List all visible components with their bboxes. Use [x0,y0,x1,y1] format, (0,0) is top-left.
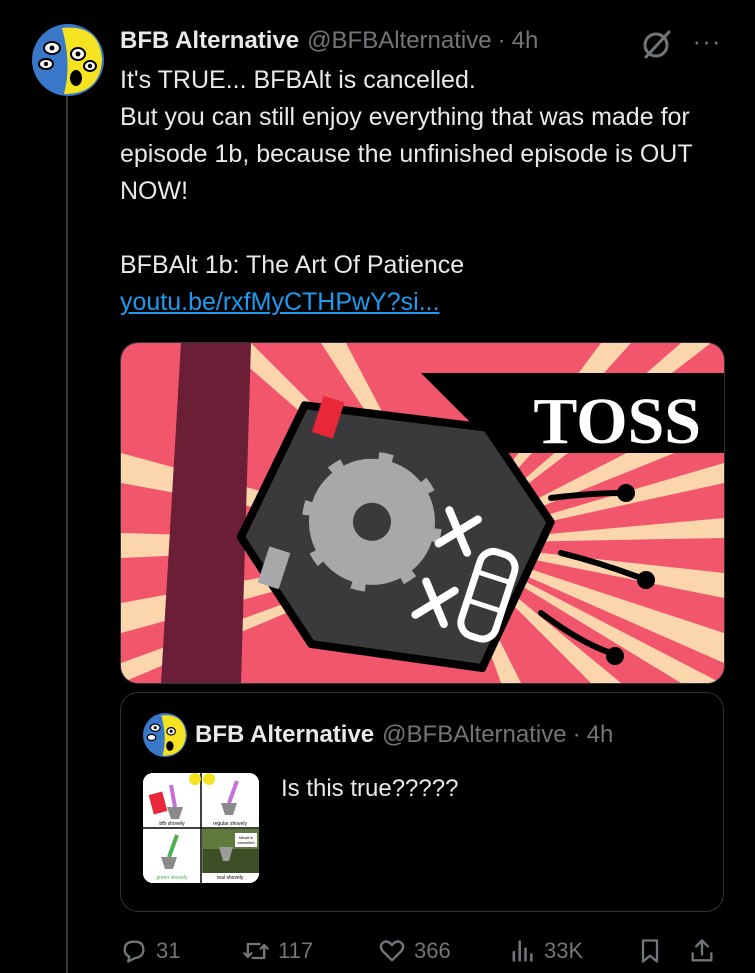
quote-header: BFB Alternative @BFBAlternative · 4h [195,719,613,751]
like-count: 366 [414,938,451,963]
reply-button[interactable]: 31 [120,934,180,968]
quote-display-name: BFB Alternative [195,721,375,748]
tweet-text: It's TRUE... BFBAlt is cancelled. But yo… [120,62,730,321]
quote-separator: · [572,721,581,748]
repost-button[interactable]: 117 [242,934,313,968]
tweet-line: BFBAlt 1b: The Art Of Patience [120,251,465,279]
display-name[interactable]: BFB Alternative [120,27,299,55]
timestamp[interactable]: 4h [512,27,539,55]
views-button[interactable]: 33K [508,934,583,968]
bookmark-button[interactable] [636,934,672,968]
like-button[interactable]: 366 [378,934,451,968]
more-icon[interactable]: ··· [690,28,724,58]
handle[interactable]: @BFBAlternative [307,27,491,55]
heart-icon [379,940,405,962]
action-bar: 31 117 366 33K [120,934,725,968]
quoted-tweet[interactable]: BFB Alternative @BFBAlternative · 4h bfb… [120,692,724,912]
reply-icon [123,940,145,963]
quote-timestamp: 4h [586,721,614,748]
tweet-header: BFB Alternative @BFBAlternative · 4h [120,24,538,58]
svg-text:real shovely: real shovely [217,875,244,881]
banner-text: TOSS [533,385,701,458]
reply-count: 31 [156,938,181,963]
share-icon [691,939,713,962]
quote-text: Is this true????? [281,775,459,802]
svg-text:regular shovely: regular shovely [213,821,247,827]
media-image[interactable]: TOSS [120,342,725,684]
repost-count: 117 [278,938,314,963]
bookmark-icon [641,939,659,963]
quote-avatar[interactable] [143,713,187,757]
grok-icon[interactable] [640,27,674,61]
svg-text:cancelled: cancelled [238,840,255,845]
share-button[interactable] [688,934,724,968]
thumbnail-illustration: TOSS [121,343,724,683]
video-link[interactable]: youtu.be/rxfMyCTHPwY?si... [120,288,440,316]
quote-thumbnail[interactable]: bfb shovely regular shovely green shovel… [143,773,259,883]
repost-icon [243,942,269,960]
shovely-meme-image: bfb shovely regular shovely green shovel… [143,773,259,883]
separator-dot: · [497,27,506,54]
tweet-line: It's TRUE... BFBAlt is cancelled. [120,66,476,94]
view-count: 33K [544,938,584,963]
quote-handle: @BFBAlternative [382,721,567,748]
svg-text:bfb shovely: bfb shovely [159,821,185,827]
quote-avatar-image [143,713,187,757]
svg-text:green shovely: green shovely [156,875,188,881]
avatar[interactable] [32,24,104,96]
views-icon [512,940,533,962]
tweet-line: But you can still enjoy everything that … [120,103,693,205]
avatar-image [32,24,104,96]
thread-line [66,96,68,973]
